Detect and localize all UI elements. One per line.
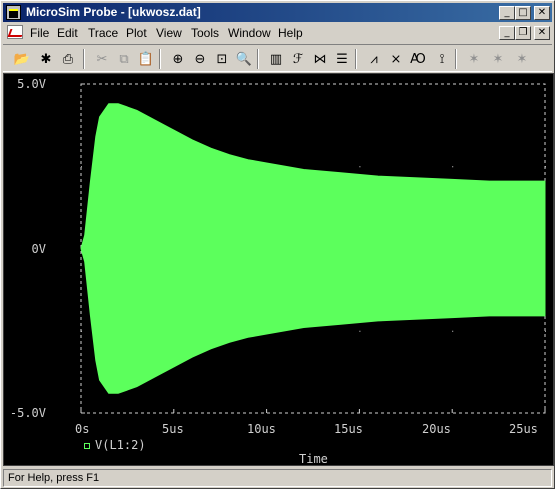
performance-icon[interactable]: ⋈ xyxy=(309,48,331,70)
menu-help[interactable]: Help xyxy=(278,26,303,40)
title-bar[interactable]: MicroSim Probe - [ukwosz.dat] _ □ ✕ xyxy=(3,3,552,22)
zoom-fit-icon[interactable]: 🔍 xyxy=(233,48,255,70)
copy-icon[interactable]: ⧉ xyxy=(113,48,135,70)
x-tick-label: 5us xyxy=(162,422,184,436)
eval-goal-icon[interactable]: ☰ xyxy=(331,48,353,70)
plot-area[interactable]: 5.0V 0V -5.0V 0s 5us 10us 15us 20us 25us… xyxy=(3,73,554,466)
menu-view[interactable]: View xyxy=(156,26,182,40)
document-icon[interactable] xyxy=(7,25,23,39)
mark-icon[interactable]: ⟟ xyxy=(431,48,453,70)
minimize-button[interactable]: _ xyxy=(499,6,515,20)
remove-trace-icon[interactable]: ⨯ xyxy=(385,48,407,70)
menu-edit[interactable]: Edit xyxy=(57,26,78,40)
y-tick-label: -5.0V xyxy=(9,406,46,420)
toolbar-separator xyxy=(83,49,85,69)
grid-dot xyxy=(545,166,546,168)
status-pane: For Help, press F1 xyxy=(3,469,552,487)
grid-dot xyxy=(359,330,361,332)
x-tick-label: 10us xyxy=(247,422,276,436)
y-tick-label: 0V xyxy=(31,242,46,256)
x-tick-label: 0s xyxy=(75,422,90,436)
grid-dot xyxy=(452,330,454,332)
menu-plot[interactable]: Plot xyxy=(126,26,147,40)
legend[interactable]: V(L1:2) xyxy=(84,438,146,452)
zoom-area-icon[interactable]: ⊡ xyxy=(211,48,233,70)
waveform-trace xyxy=(80,103,546,394)
window-title: MicroSim Probe - [ukwosz.dat] xyxy=(26,5,201,19)
doc-close-button[interactable]: ✕ xyxy=(534,26,550,40)
app-icon[interactable] xyxy=(6,5,21,20)
menu-trace[interactable]: Trace xyxy=(88,26,118,40)
cursor-trough-icon[interactable]: ✶ xyxy=(487,48,509,70)
close-button[interactable]: ✕ xyxy=(534,6,550,20)
menu-tools[interactable]: Tools xyxy=(191,26,219,40)
y-tick-label: 5.0V xyxy=(17,77,46,91)
toolbar-separator xyxy=(257,49,259,69)
cursor-peak-icon[interactable]: ✶ xyxy=(463,48,485,70)
toolbar-separator xyxy=(355,49,357,69)
status-bar: For Help, press F1 xyxy=(3,468,552,487)
toolbar-separator xyxy=(455,49,457,69)
cut-icon[interactable]: ✂ xyxy=(91,48,113,70)
legend-label: V(L1:2) xyxy=(95,438,146,452)
legend-swatch xyxy=(84,442,90,449)
label-text-icon[interactable]: Ꜵ xyxy=(407,48,429,70)
doc-minimize-button[interactable]: _ xyxy=(499,26,515,40)
maximize-button[interactable]: □ xyxy=(515,6,531,20)
waveform-plot xyxy=(80,83,546,414)
grid-dot xyxy=(452,166,454,168)
log-x-icon[interactable]: ▥ xyxy=(265,48,287,70)
menu-file[interactable]: File xyxy=(30,26,49,40)
paste-icon[interactable]: 📋 xyxy=(135,48,157,70)
zoom-in-icon[interactable]: ⊕ xyxy=(167,48,189,70)
x-tick-label: 25us xyxy=(509,422,538,436)
cursor-slope-icon[interactable]: ✶ xyxy=(511,48,533,70)
open-icon[interactable]: 📂 xyxy=(11,48,33,70)
toolbar-separator xyxy=(159,49,161,69)
print-icon[interactable]: ⎙ xyxy=(57,48,79,70)
grid-dot xyxy=(359,166,361,168)
new-icon[interactable]: ✱ xyxy=(35,48,57,70)
status-text: For Help, press F1 xyxy=(8,472,100,484)
grid-dot xyxy=(81,330,82,332)
x-tick-label: 15us xyxy=(334,422,363,436)
doc-restore-button[interactable]: ❐ xyxy=(515,26,531,40)
menu-window[interactable]: Window xyxy=(228,26,271,40)
x-tick-label: 20us xyxy=(422,422,451,436)
menu-bar: File Edit Trace Plot View Tools Window H… xyxy=(3,23,552,42)
grid-dot xyxy=(545,330,546,332)
probe-window: MicroSim Probe - [ukwosz.dat] _ □ ✕ File… xyxy=(0,0,555,489)
fft-icon[interactable]: ℱ xyxy=(287,48,309,70)
zoom-out-icon[interactable]: ⊖ xyxy=(189,48,211,70)
x-axis-title: Time xyxy=(299,452,328,466)
grid-dot xyxy=(81,166,82,168)
add-trace-icon[interactable]: ⩘ xyxy=(363,48,385,70)
toolbar: 📂 ✱ ⎙ ✂ ⧉ 📋 ⊕ ⊖ ⊡ 🔍 ▥ ℱ ⋈ ☰ ⩘ ⨯ Ꜵ ⟟ ✶ ✶ ✶ xyxy=(3,44,552,72)
